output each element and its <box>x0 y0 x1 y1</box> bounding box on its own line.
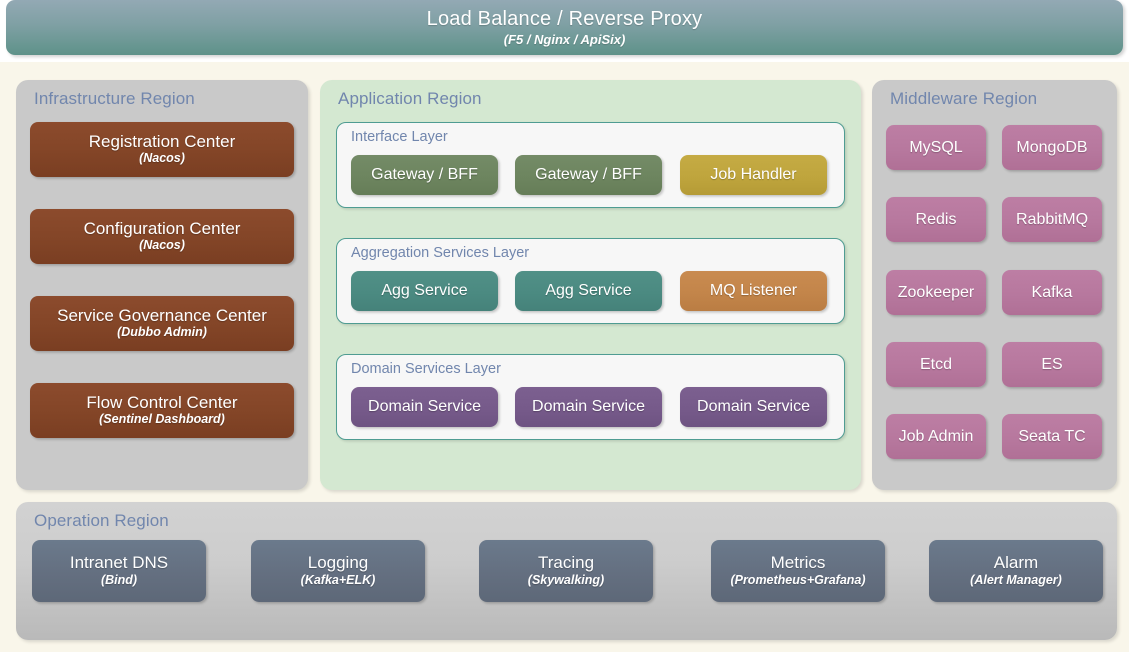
node-title: Logging <box>307 553 369 573</box>
node-title: Gateway / BFF <box>535 166 642 184</box>
node-alarm[interactable]: Alarm (Alert Manager) <box>929 540 1103 602</box>
node-metrics[interactable]: Metrics (Prometheus+Grafana) <box>711 540 885 602</box>
load-balance-title: Load Balance / Reverse Proxy <box>426 7 703 30</box>
application-region-title: Application Region <box>338 89 482 108</box>
domain-services-layer-box: Domain Services Layer Domain Service Dom… <box>336 354 845 440</box>
operation-region-title: Operation Region <box>34 511 169 530</box>
interface-layer-title: Interface Layer <box>351 129 448 145</box>
node-title: Configuration Center <box>83 218 241 238</box>
node-subtitle: (Dubbo Admin) <box>117 325 207 340</box>
node-tracing[interactable]: Tracing (Skywalking) <box>479 540 653 602</box>
node-title: Alarm <box>993 553 1039 573</box>
aggregation-services-layer-box: Aggregation Services Layer Agg Service A… <box>336 238 845 324</box>
node-title: ES <box>1041 355 1063 373</box>
node-title: Gateway / BFF <box>371 166 478 184</box>
node-title: Registration Center <box>88 131 236 151</box>
interface-layer-box: Interface Layer Gateway / BFF Gateway / … <box>336 122 845 208</box>
node-subtitle: (Sentinel Dashboard) <box>99 412 225 427</box>
node-domain-service-1[interactable]: Domain Service <box>351 387 498 427</box>
node-title: Zookeeper <box>897 283 975 301</box>
node-subtitle: (Skywalking) <box>527 572 605 587</box>
node-mysql[interactable]: MySQL <box>886 125 986 170</box>
node-title: Job Admin <box>898 427 974 445</box>
node-job-admin[interactable]: Job Admin <box>886 414 986 459</box>
node-subtitle: (Nacos) <box>139 151 185 166</box>
node-intranet-dns[interactable]: Intranet DNS (Bind) <box>32 540 206 602</box>
load-balance-subtitle: (F5 / Nginx / ApiSix) <box>503 31 626 47</box>
diagram-body: Infrastructure Region Registration Cente… <box>0 62 1129 652</box>
node-flow-control-center[interactable]: Flow Control Center (Sentinel Dashboard) <box>30 383 294 438</box>
domain-services-layer-title: Domain Services Layer <box>351 361 501 377</box>
node-etcd[interactable]: Etcd <box>886 342 986 387</box>
node-configuration-center[interactable]: Configuration Center (Nacos) <box>30 209 294 264</box>
node-subtitle: (Bind) <box>100 572 138 587</box>
node-title: Intranet DNS <box>69 553 169 573</box>
node-logging[interactable]: Logging (Kafka+ELK) <box>251 540 425 602</box>
infrastructure-region: Infrastructure Region Registration Cente… <box>16 80 308 490</box>
architecture-diagram: Load Balance / Reverse Proxy (F5 / Nginx… <box>0 0 1129 652</box>
node-kafka[interactable]: Kafka <box>1002 270 1102 315</box>
node-title: Redis <box>915 210 957 228</box>
node-rabbitmq[interactable]: RabbitMQ <box>1002 197 1102 242</box>
node-zookeeper[interactable]: Zookeeper <box>886 270 986 315</box>
node-title: Domain Service <box>368 398 481 416</box>
application-region: Application Region Interface Layer Gatew… <box>320 80 861 490</box>
node-title: Flow Control Center <box>86 392 238 412</box>
node-title: MongoDB <box>1016 138 1088 156</box>
node-title: MQ Listener <box>709 282 798 300</box>
node-title: Domain Service <box>532 398 645 416</box>
node-title: Kafka <box>1031 283 1073 301</box>
node-service-governance-center[interactable]: Service Governance Center (Dubbo Admin) <box>30 296 294 351</box>
node-title: RabbitMQ <box>1015 210 1089 228</box>
node-domain-service-2[interactable]: Domain Service <box>515 387 662 427</box>
middleware-region-title: Middleware Region <box>890 89 1038 108</box>
node-title: Metrics <box>770 553 826 573</box>
node-subtitle: (Kafka+ELK) <box>300 572 376 587</box>
node-title: Domain Service <box>697 398 810 416</box>
node-title: Etcd <box>919 355 952 373</box>
node-subtitle: (Prometheus+Grafana) <box>730 572 866 587</box>
aggregation-services-layer-title: Aggregation Services Layer <box>351 245 530 261</box>
node-mq-listener[interactable]: MQ Listener <box>680 271 827 311</box>
infrastructure-region-title: Infrastructure Region <box>34 89 195 108</box>
node-mongodb[interactable]: MongoDB <box>1002 125 1102 170</box>
node-job-handler[interactable]: Job Handler <box>680 155 827 195</box>
node-title: Seata TC <box>1018 427 1086 445</box>
node-es[interactable]: ES <box>1002 342 1102 387</box>
operation-region: Operation Region Intranet DNS (Bind) Log… <box>16 502 1117 640</box>
node-title: Tracing <box>537 553 595 573</box>
node-title: Service Governance Center <box>57 305 267 325</box>
node-gateway-bff-1[interactable]: Gateway / BFF <box>351 155 498 195</box>
node-redis[interactable]: Redis <box>886 197 986 242</box>
node-title: Agg Service <box>381 282 468 300</box>
node-gateway-bff-2[interactable]: Gateway / BFF <box>515 155 662 195</box>
node-seata-tc[interactable]: Seata TC <box>1002 414 1102 459</box>
node-title: Job Handler <box>710 166 797 184</box>
load-balance-banner: Load Balance / Reverse Proxy (F5 / Nginx… <box>6 0 1123 55</box>
node-agg-service-2[interactable]: Agg Service <box>515 271 662 311</box>
node-registration-center[interactable]: Registration Center (Nacos) <box>30 122 294 177</box>
middleware-region: Middleware Region MySQL MongoDB Redis Ra… <box>872 80 1117 490</box>
node-domain-service-3[interactable]: Domain Service <box>680 387 827 427</box>
node-subtitle: (Alert Manager) <box>970 572 1062 587</box>
node-title: MySQL <box>909 138 963 156</box>
node-title: Agg Service <box>545 282 632 300</box>
node-agg-service-1[interactable]: Agg Service <box>351 271 498 311</box>
node-subtitle: (Nacos) <box>139 238 185 253</box>
